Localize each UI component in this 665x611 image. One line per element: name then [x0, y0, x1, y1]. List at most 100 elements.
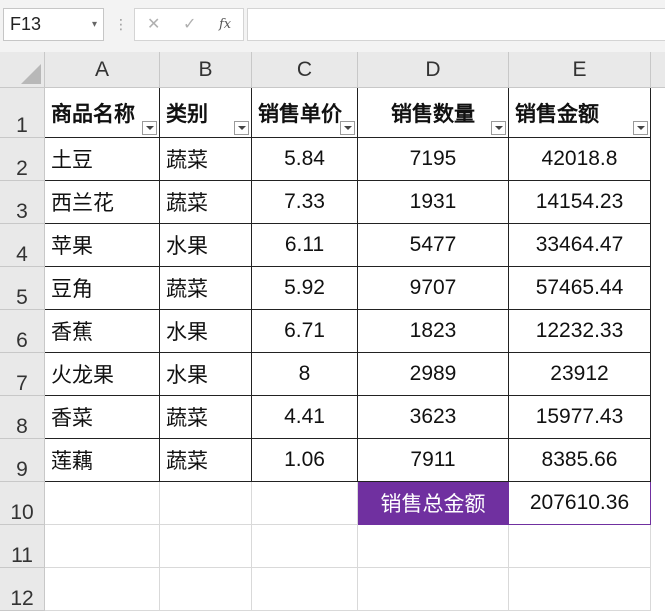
data-cell-qty-text: 7911: [410, 448, 456, 471]
confirm-icon[interactable]: ✓: [183, 9, 196, 40]
data-cell-category[interactable]: 蔬菜: [160, 181, 252, 224]
row-header-8[interactable]: 8: [0, 396, 45, 439]
empty-cell[interactable]: [45, 525, 160, 568]
insert-function-icon[interactable]: fx: [219, 9, 231, 40]
row-header-1[interactable]: 1: [0, 88, 45, 138]
row-number: 5: [16, 286, 28, 309]
empty-cell[interactable]: [160, 525, 252, 568]
column-header-f[interactable]: [651, 52, 665, 88]
data-cell-price[interactable]: 4.41: [252, 396, 358, 439]
data-cell-amount[interactable]: 8385.66: [509, 439, 651, 482]
empty-cell[interactable]: [252, 482, 358, 525]
row-header-4[interactable]: 4: [0, 224, 45, 267]
filter-dropdown-icon[interactable]: [491, 121, 506, 135]
data-cell-category[interactable]: 蔬菜: [160, 267, 252, 310]
total-label-cell[interactable]: 销售总金额: [358, 482, 509, 525]
data-cell-category[interactable]: 水果: [160, 353, 252, 396]
select-all-button[interactable]: [0, 52, 45, 88]
data-cell-category[interactable]: 蔬菜: [160, 138, 252, 181]
data-cell-name[interactable]: 香蕉: [45, 310, 160, 353]
header-cell-name[interactable]: 商品名称: [45, 88, 160, 138]
row-header-9[interactable]: 9: [0, 439, 45, 482]
row-header-5[interactable]: 5: [0, 267, 45, 310]
header-cell-amount[interactable]: 销售金额: [509, 88, 651, 138]
data-cell-name[interactable]: 火龙果: [45, 353, 160, 396]
data-cell-amount[interactable]: 14154.23: [509, 181, 651, 224]
data-cell-name[interactable]: 香菜: [45, 396, 160, 439]
chevron-down-icon[interactable]: ▾: [92, 9, 97, 40]
row-header-7[interactable]: 7: [0, 353, 45, 396]
row-header-10[interactable]: 10: [0, 482, 45, 525]
data-cell-category[interactable]: 水果: [160, 224, 252, 267]
total-value-cell[interactable]: 207610.36: [509, 482, 651, 525]
data-cell-price[interactable]: 8: [252, 353, 358, 396]
data-cell-qty[interactable]: 2989: [358, 353, 509, 396]
filter-dropdown-icon[interactable]: [234, 121, 249, 135]
empty-cell[interactable]: [45, 482, 160, 525]
empty-cell[interactable]: [358, 525, 509, 568]
data-cell-price-text: 4.41: [284, 405, 325, 428]
filter-dropdown-icon[interactable]: [142, 121, 157, 135]
cancel-icon[interactable]: ✕: [147, 9, 160, 40]
data-cell-price[interactable]: 5.92: [252, 267, 358, 310]
data-cell-name[interactable]: 土豆: [45, 138, 160, 181]
data-cell-category[interactable]: 蔬菜: [160, 439, 252, 482]
data-cell-qty-text: 7195: [409, 147, 457, 170]
data-cell-category-text: 蔬菜: [166, 192, 208, 215]
data-cell-name[interactable]: 苹果: [45, 224, 160, 267]
formula-bar: F13 ▾ ⋮ ✕ ✓ fx: [0, 0, 665, 52]
formula-input[interactable]: [247, 8, 665, 41]
empty-cell[interactable]: [509, 525, 651, 568]
header-cell-category[interactable]: 类别: [160, 88, 252, 138]
data-cell-name[interactable]: 豆角: [45, 267, 160, 310]
data-cell-qty[interactable]: 9707: [358, 267, 509, 310]
data-cell-amount[interactable]: 57465.44: [509, 267, 651, 310]
data-cell-qty[interactable]: 3623: [358, 396, 509, 439]
data-cell-qty[interactable]: 7911: [358, 439, 509, 482]
data-cell-qty[interactable]: 1823: [358, 310, 509, 353]
empty-cell[interactable]: [358, 568, 509, 611]
empty-cell[interactable]: [160, 568, 252, 611]
data-cell-amount[interactable]: 33464.47: [509, 224, 651, 267]
data-cell-amount[interactable]: 23912: [509, 353, 651, 396]
data-cell-amount[interactable]: 42018.8: [509, 138, 651, 181]
row-header-11[interactable]: 11: [0, 525, 45, 568]
filter-dropdown-icon[interactable]: [340, 121, 355, 135]
row-header-6[interactable]: 6: [0, 310, 45, 353]
data-cell-name[interactable]: 莲藕: [45, 439, 160, 482]
data-cell-price[interactable]: 6.71: [252, 310, 358, 353]
data-cell-amount-text: 23912: [550, 362, 609, 385]
column-header-b[interactable]: B: [160, 52, 252, 88]
data-cell-amount-text: 42018.8: [541, 147, 618, 170]
filter-dropdown-icon[interactable]: [633, 121, 648, 135]
data-cell-qty[interactable]: 1931: [358, 181, 509, 224]
data-cell-price[interactable]: 5.84: [252, 138, 358, 181]
data-cell-category[interactable]: 蔬菜: [160, 396, 252, 439]
name-box[interactable]: F13 ▾: [3, 8, 104, 41]
row-header-12[interactable]: 12: [0, 568, 45, 611]
data-cell-price[interactable]: 7.33: [252, 181, 358, 224]
column-header-d[interactable]: D: [358, 52, 509, 88]
header-cell-price[interactable]: 销售单价: [252, 88, 358, 138]
data-cell-category[interactable]: 水果: [160, 310, 252, 353]
data-cell-amount[interactable]: 12232.33: [509, 310, 651, 353]
data-cell-qty[interactable]: 7195: [358, 138, 509, 181]
more-options-icon[interactable]: ⋮: [114, 13, 128, 35]
data-cell-name[interactable]: 西兰花: [45, 181, 160, 224]
column-header-c[interactable]: C: [252, 52, 358, 88]
data-cell-amount[interactable]: 15977.43: [509, 396, 651, 439]
header-cell-qty[interactable]: 销售数量: [358, 88, 509, 138]
column-header-a[interactable]: A: [45, 52, 160, 88]
empty-cell[interactable]: [160, 482, 252, 525]
empty-cell[interactable]: [252, 568, 358, 611]
data-cell-price[interactable]: 1.06: [252, 439, 358, 482]
data-cell-qty[interactable]: 5477: [358, 224, 509, 267]
row-header-3[interactable]: 3: [0, 181, 45, 224]
empty-cell[interactable]: [45, 568, 160, 611]
empty-cell[interactable]: [509, 568, 651, 611]
row-number: 9: [16, 458, 28, 481]
empty-cell[interactable]: [252, 525, 358, 568]
data-cell-price[interactable]: 6.11: [252, 224, 358, 267]
column-header-e[interactable]: E: [509, 52, 651, 88]
row-header-2[interactable]: 2: [0, 138, 45, 181]
